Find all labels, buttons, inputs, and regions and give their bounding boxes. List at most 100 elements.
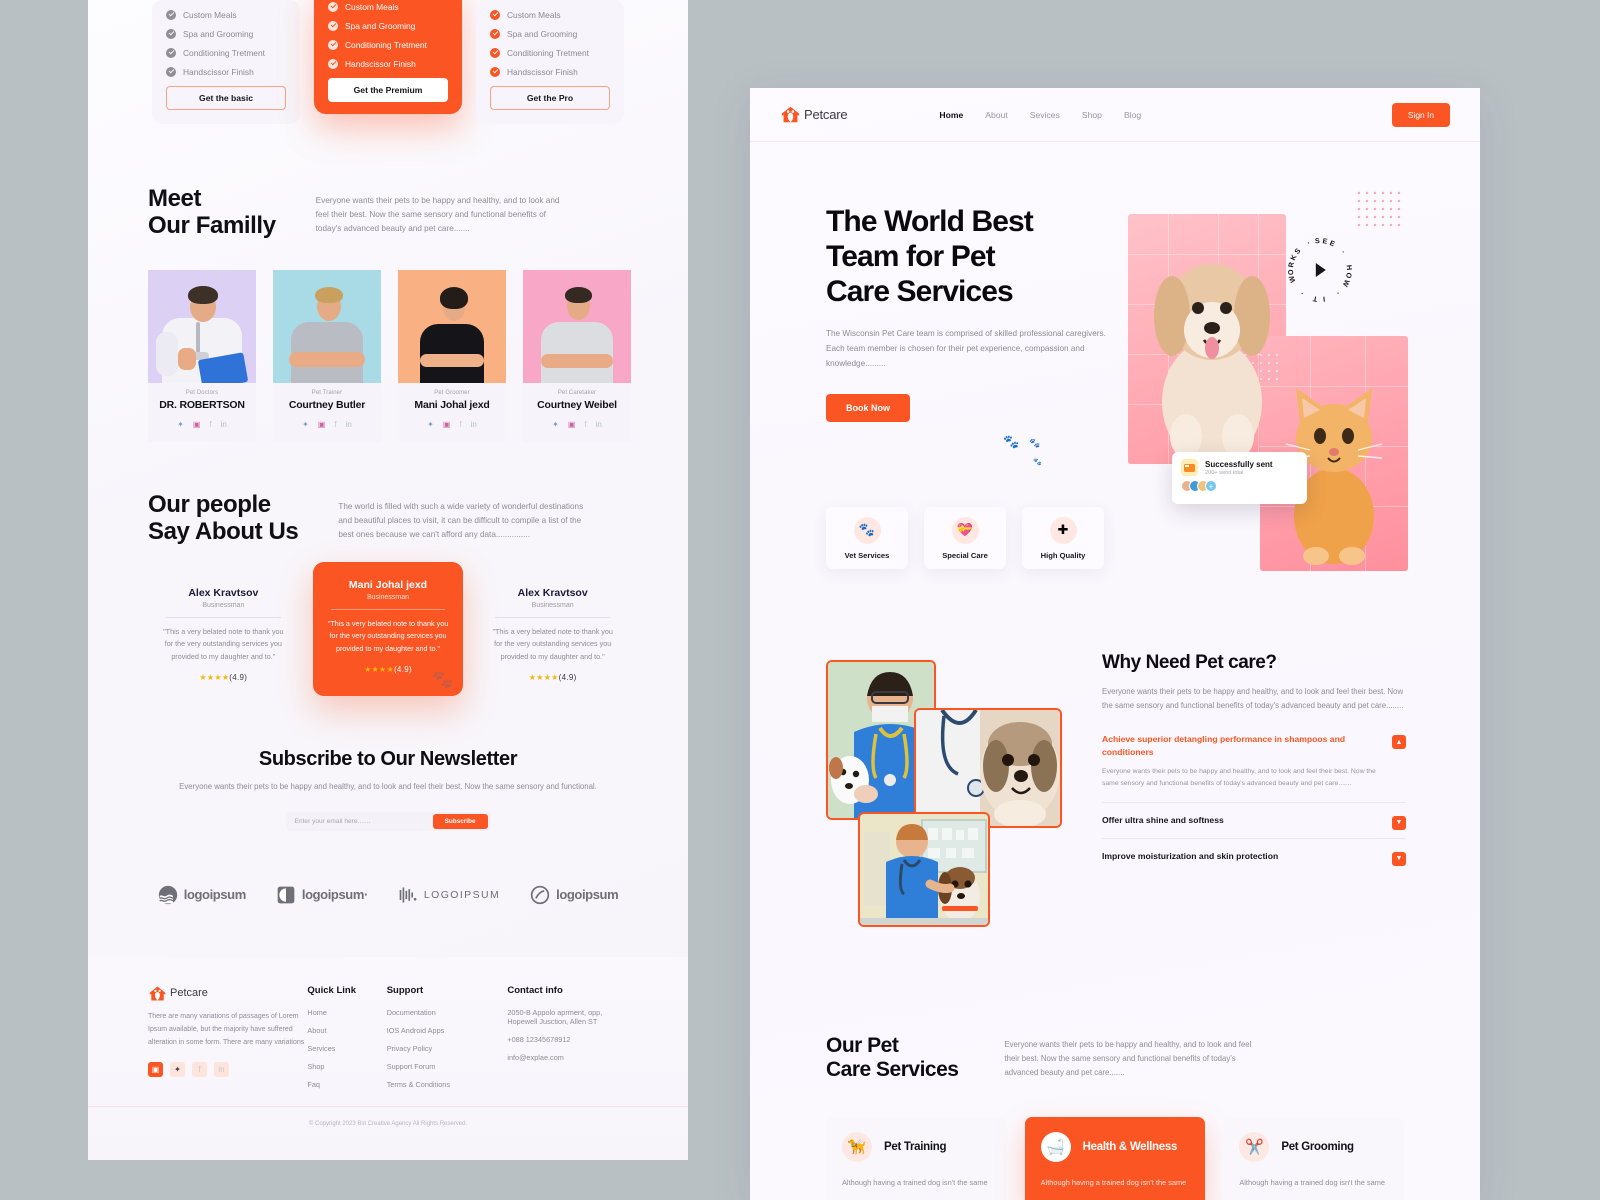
subscribe-button[interactable]: Subscribe [432,813,488,829]
medical-cross-icon: ✚ [1049,516,1077,544]
navbar-logo[interactable]: Petcare [780,105,848,124]
sign-in-button[interactable]: Sign In [1391,102,1450,127]
services-description: Everyone wants their pets to be happy an… [1004,1040,1252,1078]
instagram-icon[interactable]: ▣ [568,420,576,429]
chevron-up-icon[interactable]: ▲ [1392,735,1406,750]
book-now-button[interactable]: Book Now [826,393,910,422]
linkedin-icon[interactable]: in [214,1061,229,1077]
nav-link-services[interactable]: Sevices [1030,110,1060,120]
footer-link[interactable]: Privacy Policy [387,1044,508,1053]
twitter-icon[interactable]: ✦ [170,1061,185,1077]
feature-card-high-quality[interactable]: ✚ High Quality [1022,507,1104,569]
testimonial-card[interactable]: Alex Kravtsov Businessman "This a very b… [477,573,629,697]
footer-link[interactable]: Home [307,1008,386,1017]
footer-link[interactable]: Support Forum [387,1062,508,1071]
twitter-icon[interactable]: ✦ [427,420,434,429]
footer-column-support: Support Documentation IOS Android Apps P… [387,985,508,1098]
nav-link-about[interactable]: About [985,110,1007,120]
footer-link[interactable]: Documentation [387,1008,508,1017]
facebook-icon[interactable]: f [459,420,461,429]
get-pro-button[interactable]: Get the Pro [490,86,610,110]
footer-link[interactable]: Faq [307,1080,386,1089]
check-icon [490,67,500,77]
twitter-icon[interactable]: ✦ [302,420,309,429]
badge-char: O [1344,271,1354,279]
hero-title-line3: Care Services [826,275,1014,309]
pricing-card-premium[interactable]: Custom Meals Spa and Grooming Conditioni… [314,0,462,114]
heart-hand-icon: 💝 [951,516,979,544]
card-icon [1181,459,1198,476]
accordion-item-3[interactable]: Improve moisturization and skin protecti… [1102,850,1406,866]
nav-link-home[interactable]: Home [939,110,963,120]
accordion-item-2[interactable]: Offer ultra shine and softness ▼ [1102,814,1406,830]
feature-label: Conditioning Tretment [183,48,265,58]
linkedin-icon[interactable]: in [596,420,602,429]
footer-divider [88,1105,688,1107]
service-title: Pet Training [884,1140,947,1153]
pricing-card-pro[interactable]: Custom Meals Spa and Grooming Conditioni… [476,0,624,124]
footer-column-title: Quick Link [307,984,356,996]
chevron-down-icon[interactable]: ▼ [1392,851,1406,866]
team-member-card[interactable]: Pet Groomer Mani Johal jexd ✦ ▣ f in [398,269,506,442]
linkedin-icon[interactable]: in [221,420,227,429]
check-icon [328,2,338,12]
feature-card-vet-services[interactable]: 🐾 Vet Services [826,507,908,569]
service-card-health-wellness[interactable]: 🛁 Health & Wellness Although having a tr… [1024,1116,1206,1200]
add-more-icon[interactable]: + [1205,480,1217,492]
instagram-icon[interactable]: ▣ [318,420,326,429]
twitter-icon[interactable]: ✦ [552,420,559,429]
feature-card-special-care[interactable]: 💝 Special Care [924,507,1006,569]
footer-link[interactable]: About [307,1026,386,1035]
facebook-icon[interactable]: f [209,420,211,429]
instagram-icon[interactable]: ▣ [443,420,451,429]
team-member-card[interactable]: Pet Trainer Courtney Butler ✦ ▣ f in [273,269,381,442]
get-basic-button[interactable]: Get the basic [166,86,286,110]
get-premium-button[interactable]: Get the Premium [328,78,448,102]
pricing-card-basic[interactable]: Custom Meals Spa and Grooming Conditioni… [152,0,300,124]
service-card-pet-grooming[interactable]: ✂️ Pet Grooming Although having a traine… [1223,1116,1405,1200]
member-socials: ✦ ▣ f in [523,420,631,433]
testimonial-card[interactable]: Alex Kravtsov Businessman "This a very b… [148,573,299,697]
see-how-it-works-badge[interactable]: S E E · H O W · I T · W O R K S · [1282,232,1358,308]
rating-value: (4.9) [393,665,412,675]
instagram-icon[interactable]: ▣ [148,1061,163,1077]
feature-row: Conditioning Tretment [166,48,286,58]
contact-email[interactable]: info@explae.com [507,1053,628,1062]
instagram-icon[interactable]: ▣ [193,420,201,429]
contact-phone[interactable]: +088 12345678912 [507,1035,628,1044]
linkedin-icon[interactable]: in [346,420,352,429]
service-title: Pet Grooming [1281,1140,1354,1153]
team-member-card[interactable]: Pet Caretaker Courtney Weibel ✦ ▣ f in [523,269,631,442]
facebook-icon[interactable]: f [584,420,586,429]
footer-link[interactable]: Shop [307,1062,386,1071]
facebook-icon[interactable]: f [334,420,336,429]
badge-char: R [1286,261,1296,269]
team-member-card[interactable]: Pet Doctors DR. ROBERTSON ✦ ▣ f in [148,269,256,442]
nav-link-shop[interactable]: Shop [1082,110,1102,120]
member-name: Courtney Weibel [537,398,617,411]
navbar-brand-name: Petcare [804,107,848,122]
testimonial-rating: ★★★★(4.9) [160,673,287,682]
chevron-down-icon[interactable]: ▼ [1392,815,1406,830]
service-description: Although having a trained dog isn't the … [842,1177,988,1187]
play-icon[interactable] [1315,263,1326,277]
accordion-item-1[interactable]: Achieve superior detangling performance … [1102,733,1406,791]
star-icons: ★★★★ [528,673,559,683]
linkedin-icon[interactable]: in [471,420,477,429]
divider [495,616,611,618]
footer-logo[interactable]: Petcare [148,985,307,1002]
service-card-header: ✂️ Pet Grooming [1239,1131,1388,1162]
email-input[interactable]: Enter your email here....... [295,818,371,825]
check-icon [490,48,500,58]
feature-label: Conditioning Tretment [507,48,589,58]
service-card-pet-training[interactable]: 🦮 Pet Training Although having a trained… [826,1116,1007,1200]
notification-card[interactable]: Successfully sent 200+ send total + [1172,452,1307,504]
footer-link[interactable]: Terms & Conditions [387,1080,508,1089]
footer-link[interactable]: IOS Android Apps [387,1026,508,1035]
testimonial-card-featured[interactable]: Mani Johal jexd Businessman "This a very… [312,561,464,697]
testimonial-quote: "This a very belated note to thank you f… [163,626,284,661]
footer-link[interactable]: Services [307,1044,386,1053]
twitter-icon[interactable]: ✦ [177,420,184,429]
facebook-icon[interactable]: f [192,1061,207,1077]
nav-link-blog[interactable]: Blog [1124,110,1141,120]
